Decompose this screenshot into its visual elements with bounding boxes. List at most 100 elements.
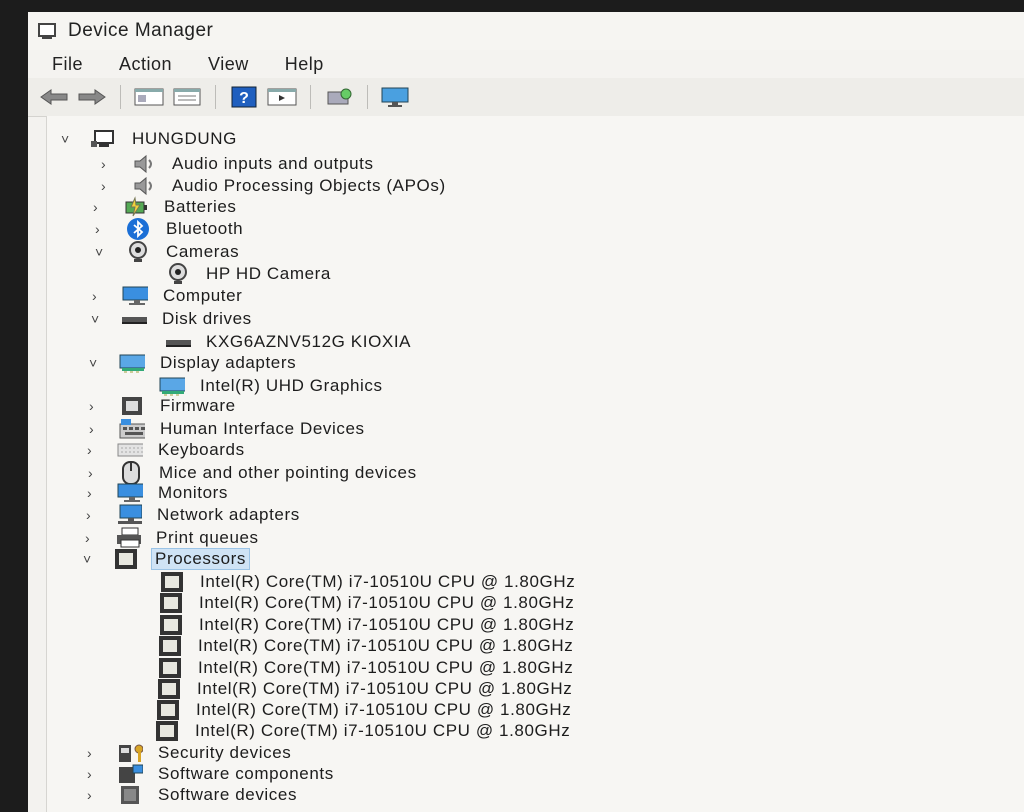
tree-category[interactable]: › Software devices [87, 784, 300, 806]
tree-category[interactable]: › Software components [87, 763, 337, 785]
expand-chevron-icon[interactable]: › [92, 289, 106, 303]
tree-category[interactable]: ˅ Disk drives [91, 308, 255, 330]
toolbar-separator [310, 85, 311, 109]
processor-icon [155, 700, 181, 720]
tree-category[interactable]: › Batteries [93, 196, 240, 218]
scan-hardware-changes-icon [324, 86, 354, 108]
processor-icon [113, 549, 139, 569]
tree-category[interactable]: › Audio inputs and outputs [101, 153, 377, 175]
forward-arrow-button[interactable] [76, 84, 108, 110]
mouse-icon [118, 461, 144, 485]
show-hide-console-tree-button[interactable] [133, 84, 165, 110]
tree-item-label: Human Interface Devices [160, 419, 365, 438]
help-button[interactable]: ? [228, 84, 260, 110]
expand-chevron-icon[interactable]: › [88, 466, 102, 480]
processor-icon [157, 658, 183, 678]
tree-device[interactable]: Intel(R) Core(TM) i7-10510U CPU @ 1.80GH… [157, 657, 576, 679]
toolbar-separator [120, 85, 121, 109]
run-action-button[interactable] [266, 84, 298, 110]
tree-category[interactable]: › Monitors [87, 482, 231, 504]
expand-chevron-icon[interactable]: › [86, 508, 100, 522]
tree-item-label: Network adapters [157, 505, 300, 524]
tree-item-label: Intel(R) Core(TM) i7-10510U CPU @ 1.80GH… [198, 658, 574, 677]
tree-item-label: Intel(R) Core(TM) i7-10510U CPU @ 1.80GH… [197, 679, 573, 698]
tree-root-computer[interactable]: ˅ HUNGDUNG [61, 128, 240, 150]
hid-keyboard-icon [119, 419, 145, 439]
tree-category[interactable]: › Network adapters [86, 504, 303, 526]
expand-chevron-icon[interactable]: › [85, 531, 99, 545]
expand-chevron-icon[interactable]: › [87, 486, 101, 500]
tree-item-label: Intel(R) Core(TM) i7-10510U CPU @ 1.80GH… [198, 636, 574, 655]
display-monitor-button[interactable] [380, 84, 412, 110]
tree-category[interactable]: › Keyboards [87, 439, 248, 461]
tree-device[interactable]: Intel(R) Core(TM) i7-10510U CPU @ 1.80GH… [155, 699, 574, 721]
tree-device[interactable]: Intel(R) Core(TM) i7-10510U CPU @ 1.80GH… [157, 635, 576, 657]
tree-category[interactable]: ˅ Processors [83, 548, 251, 570]
expand-chevron-icon[interactable]: › [89, 422, 103, 436]
computer-root-icon [91, 129, 117, 149]
tree-item-label: Intel(R) Core(TM) i7-10510U CPU @ 1.80GH… [199, 615, 575, 634]
software-device-icon [117, 785, 143, 805]
tree-category[interactable]: ˅ Cameras [95, 241, 242, 263]
menu-file[interactable]: File [52, 54, 83, 75]
tree-item-label: Computer [163, 286, 243, 305]
tree-device[interactable]: Intel(R) UHD Graphics [159, 375, 386, 397]
processor-icon [154, 721, 180, 741]
processor-icon [156, 679, 182, 699]
expand-chevron-icon[interactable]: › [101, 179, 115, 193]
display-monitor-icon [380, 86, 412, 108]
processor-icon [158, 615, 184, 635]
menu-bar: File Action View Help [28, 50, 1024, 78]
expand-chevron-icon[interactable]: › [89, 399, 103, 413]
printer-icon [115, 527, 141, 548]
tree-category[interactable]: › Computer [92, 285, 245, 307]
expand-chevron-icon[interactable]: › [101, 157, 115, 171]
tree-device[interactable]: Intel(R) Core(TM) i7-10510U CPU @ 1.80GH… [159, 571, 578, 593]
back-arrow-button[interactable] [38, 84, 70, 110]
monitor-icon [122, 286, 148, 306]
expand-chevron-icon[interactable]: › [87, 443, 101, 457]
tree-category[interactable]: › Audio Processing Objects (APOs) [101, 175, 449, 197]
firmware-chip-icon [119, 396, 145, 416]
tree-device[interactable]: Intel(R) Core(TM) i7-10510U CPU @ 1.80GH… [154, 720, 573, 742]
menu-help[interactable]: Help [285, 54, 324, 75]
tree-device[interactable]: Intel(R) Core(TM) i7-10510U CPU @ 1.80GH… [158, 592, 577, 614]
collapse-chevron-icon[interactable]: ˅ [89, 356, 103, 370]
expand-chevron-icon[interactable]: › [87, 767, 101, 781]
expand-chevron-icon[interactable]: › [95, 222, 109, 236]
tree-item-label: Security devices [158, 743, 292, 762]
expand-chevron-icon[interactable]: › [87, 746, 101, 760]
tree-item-label: Batteries [164, 197, 237, 216]
collapse-chevron-icon[interactable]: ˅ [95, 245, 109, 259]
tree-category[interactable]: › Human Interface Devices [89, 418, 368, 440]
webcam-icon [165, 263, 191, 284]
tree-category[interactable]: ˅ Display adapters [89, 352, 299, 374]
device-tree: ˅ HUNGDUNG › Audio inputs and outputs › Audio… [46, 116, 1024, 812]
disk-icon [121, 309, 147, 329]
tree-device[interactable]: Intel(R) Core(TM) i7-10510U CPU @ 1.80GH… [156, 678, 575, 700]
collapse-chevron-icon[interactable]: ˅ [91, 312, 105, 326]
tree-category[interactable]: › Print queues [85, 527, 262, 549]
tree-item-label: Monitors [158, 483, 228, 502]
menu-view[interactable]: View [208, 54, 249, 75]
properties-button[interactable] [171, 84, 203, 110]
expand-chevron-icon[interactable]: › [93, 200, 107, 214]
tree-category[interactable]: › Firmware [89, 395, 239, 417]
network-icon [116, 504, 142, 525]
tree-device[interactable]: Intel(R) Core(TM) i7-10510U CPU @ 1.80GH… [158, 614, 577, 636]
tree-device[interactable]: KXG6AZNV512G KIOXIA [165, 331, 414, 353]
speaker-icon [131, 176, 157, 196]
tree-category[interactable]: › Mice and other pointing devices [88, 461, 420, 485]
window-title: Device Manager [68, 20, 214, 41]
tree-item-label: HUNGDUNG [132, 129, 237, 148]
collapse-chevron-icon[interactable]: ˅ [61, 132, 75, 146]
tree-device[interactable]: HP HD Camera [165, 263, 334, 285]
tree-category[interactable]: › Bluetooth [95, 218, 246, 240]
tree-category[interactable]: › Security devices [87, 742, 294, 764]
menu-action[interactable]: Action [119, 54, 172, 75]
keyboard-icon [117, 440, 143, 460]
tree-item-label: Audio Processing Objects (APOs) [172, 176, 446, 195]
collapse-chevron-icon[interactable]: ˅ [83, 552, 97, 566]
tree-item-label: Audio inputs and outputs [172, 154, 374, 173]
scan-hardware-changes-button[interactable] [323, 84, 355, 110]
